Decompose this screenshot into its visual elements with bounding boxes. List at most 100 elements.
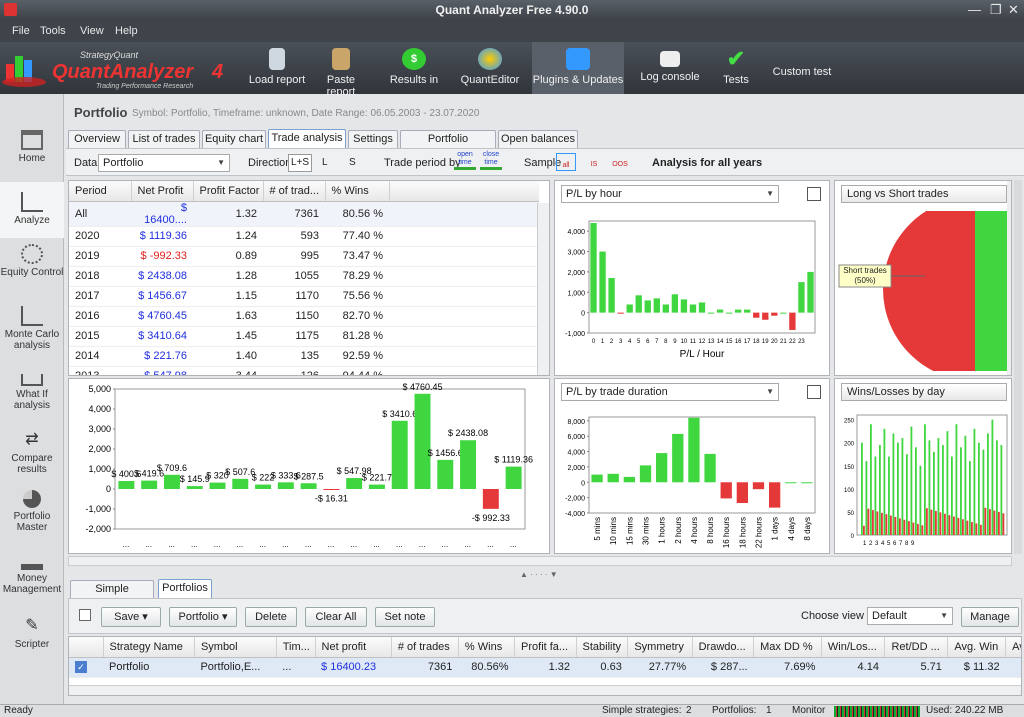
pl-duration-popout-icon[interactable] <box>807 385 821 399</box>
table-row[interactable]: 2014 $ 221.76 1.40 135 92.59 % <box>69 346 539 367</box>
tab-overview[interactable]: Overview <box>68 130 126 148</box>
table-row[interactable]: 2015 $ 3410.64 1.45 1175 81.28 % <box>69 326 539 347</box>
direction-l-button[interactable]: L <box>322 157 328 168</box>
y-tick-label: 150 <box>844 465 855 471</box>
col-profit-factor[interactable]: Profit Factor <box>193 181 264 202</box>
sidebar-item-equity-control[interactable]: Equity Control <box>0 240 64 300</box>
plugins-updates-button[interactable]: Plugins & Updates <box>532 42 624 94</box>
menu-tools[interactable]: Tools <box>40 25 66 37</box>
menu-view[interactable]: View <box>80 25 104 37</box>
data-select[interactable]: Portfolio <box>98 154 230 172</box>
manage-button[interactable]: Manage <box>961 607 1019 627</box>
pl-by-duration-select[interactable]: P/L by trade duration <box>561 383 779 401</box>
strategy-col-header[interactable]: Profit fa... <box>514 637 577 658</box>
table-cell: $ 221.76 <box>131 346 193 367</box>
x-tick-label: 2 <box>869 541 873 547</box>
sidebar-item-scripter[interactable]: ✎ Scripter <box>0 612 64 672</box>
pl-by-hour-select[interactable]: P/L by hour <box>561 185 779 203</box>
win-bar <box>933 451 935 535</box>
sidebar-item-what-if[interactable]: What If analysis <box>0 364 64 424</box>
sidebar-item-money-management[interactable]: Money Management <box>0 548 64 608</box>
strategy-col-header[interactable]: Strategy Name <box>103 637 195 658</box>
log-console-button[interactable]: Log console <box>636 42 704 94</box>
load-report-button[interactable]: Load report <box>242 42 312 94</box>
strategy-col-header[interactable]: Max DD % <box>753 637 822 658</box>
strategy-col-header[interactable]: Stability <box>576 637 629 658</box>
close-icon[interactable]: ✕ <box>1008 2 1019 18</box>
table-row[interactable]: 2017 $ 1456.67 1.15 1170 75.56 % <box>69 286 539 307</box>
quant-editor-button[interactable]: QuantEditor <box>452 42 528 94</box>
splitter-handle[interactable]: ▲ · · · · ▼ <box>520 570 558 579</box>
direction-ls-button[interactable]: L+S <box>288 154 312 172</box>
tab-list-of-trades[interactable]: List of trades <box>128 130 200 148</box>
tab-portfolio-correlation[interactable]: Portfolio correlation <box>400 130 496 161</box>
strategy-col-header[interactable]: Avg. Loss <box>1005 637 1021 658</box>
close-time-button[interactable]: close time <box>480 151 502 170</box>
sample-all-icon[interactable]: all <box>556 153 576 171</box>
strategy-col-header[interactable]: Tim... <box>276 637 316 658</box>
tab-open-balances[interactable]: Open balances <box>498 130 578 148</box>
portfolio-button[interactable]: Portfolio ▾ <box>169 607 237 627</box>
strategy-col-header[interactable]: Ret/DD ... <box>884 637 949 658</box>
table-cell: 1150 <box>263 306 325 327</box>
menu-help[interactable]: Help <box>115 25 138 37</box>
tab-settings[interactable]: Settings <box>348 130 398 148</box>
status-portfolios-label: Portfolios: <box>712 705 757 716</box>
choose-view-select[interactable]: Default <box>867 607 953 625</box>
col-net-profit[interactable]: Net Profit <box>131 181 194 202</box>
menu-file[interactable]: File <box>12 25 30 37</box>
tests-button[interactable]: ✔ Tests <box>716 42 756 94</box>
col-trades[interactable]: # of trad... <box>263 181 326 202</box>
save-button[interactable]: Save ▾ <box>101 607 161 627</box>
delete-button[interactable]: Delete <box>245 607 297 627</box>
strategy-col-header[interactable]: Symbol <box>194 637 277 658</box>
table-row[interactable]: All $ 16400.... 1.32 7361 80.56 % <box>69 201 539 227</box>
strategy-col-header[interactable]: Win/Los... <box>821 637 886 658</box>
strategy-cell: Portfolio <box>103 657 195 678</box>
clear-all-button[interactable]: Clear All <box>305 607 367 627</box>
year-table-scrollbar[interactable] <box>537 203 549 375</box>
col-wins[interactable]: % Wins <box>325 181 390 202</box>
sidebar-item-portfolio-master[interactable]: Portfolio Master <box>0 486 64 546</box>
direction-s-button[interactable]: S <box>349 157 356 168</box>
results-in-button[interactable]: $ Results in <box>380 42 448 94</box>
select-all-checkbox[interactable] <box>79 609 91 621</box>
strategy-cell: $ 287... <box>692 657 754 678</box>
table-cell: 78.29 % <box>325 266 389 287</box>
set-note-button[interactable]: Set note <box>375 607 435 627</box>
table-row[interactable]: 2013 $ 547.98 3.44 126 94.44 % <box>69 366 539 375</box>
strategy-table-hscrollbar[interactable] <box>69 685 1021 695</box>
maximize-icon[interactable]: ❐ <box>990 2 1002 18</box>
sample-is-icon[interactable]: IS <box>584 153 604 171</box>
right-vscrollbar[interactable] <box>1014 180 1022 554</box>
sidebar-item-analyze[interactable]: Analyze <box>0 182 64 238</box>
sidebar-item-home[interactable]: Home <box>0 126 64 186</box>
tab-portfolios[interactable]: Portfolios <box>158 579 212 598</box>
strategy-col-header[interactable]: Net profit <box>315 637 392 658</box>
table-row[interactable]: 2020 $ 1119.36 1.24 593 77.40 % <box>69 226 539 247</box>
table-row[interactable]: 2016 $ 4760.45 1.63 1150 82.70 % <box>69 306 539 327</box>
tab-simple-strategies[interactable]: Simple strategies <box>70 580 154 611</box>
x-tick-label: ... <box>305 540 312 549</box>
tab-trade-analysis[interactable]: Trade analysis <box>268 129 346 148</box>
strategy-col-header[interactable]: Avg. Win <box>947 637 1007 658</box>
strategy-col-header[interactable]: Symmetry <box>627 637 693 658</box>
minimize-icon[interactable]: — <box>968 2 981 17</box>
col-period[interactable]: Period <box>69 181 132 202</box>
strategy-col-header[interactable]: # of trades <box>391 637 459 658</box>
row-checkbox[interactable]: ✓ <box>75 661 87 673</box>
charts-hscrollbar[interactable] <box>68 556 1012 566</box>
custom-test-button[interactable]: Custom test <box>770 42 834 94</box>
table-row[interactable]: 2018 $ 2438.08 1.28 1055 78.29 % <box>69 266 539 287</box>
sidebar-item-monte-carlo[interactable]: Monte Carlo analysis <box>0 302 64 362</box>
strategy-col-header[interactable]: % Wins <box>458 637 516 658</box>
strategy-col-header[interactable]: Drawdo... <box>692 637 755 658</box>
sidebar-item-compare[interactable]: ⇄ Compare results <box>0 426 64 486</box>
paste-report-button[interactable]: Paste report <box>312 42 370 98</box>
tab-equity-chart[interactable]: Equity chart <box>202 130 266 148</box>
long-short-scrollbar[interactable] <box>1007 181 1011 375</box>
open-time-button[interactable]: open time <box>454 151 476 170</box>
pl-hour-popout-icon[interactable] <box>807 187 821 201</box>
sample-oos-icon[interactable]: OOS <box>610 153 630 171</box>
table-row[interactable]: 2019 $ -992.33 0.89 995 73.47 % <box>69 246 539 267</box>
